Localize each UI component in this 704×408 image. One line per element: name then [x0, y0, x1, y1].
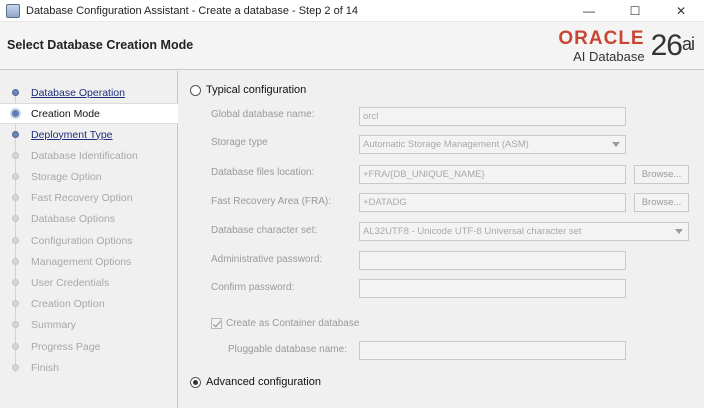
step-item: Summary [0, 314, 178, 335]
step-label: Configuration Options [31, 234, 133, 247]
charset-value: AL32UTF8 - Unicode UTF-8 Universal chara… [363, 226, 582, 237]
pdb-name-field[interactable] [359, 341, 626, 360]
global-db-name-label: Global database name: [211, 109, 315, 120]
storage-type-label: Storage type [211, 137, 268, 148]
version-suffix: ai [681, 34, 695, 54]
oracle-logo: ORACLE AI Database 26ai [558, 26, 695, 66]
step-item[interactable]: Creation Mode [0, 103, 178, 124]
charset-label: Database character set: [211, 225, 318, 236]
global-db-name-field[interactable]: orcl [359, 107, 626, 126]
step-item: Fast Recovery Option [0, 187, 178, 208]
step-label: Database Options [31, 212, 116, 225]
advanced-config-radio[interactable] [190, 376, 201, 388]
container-db-label: Create as Container database [226, 318, 360, 329]
app-icon [6, 3, 20, 18]
step-status-icon [12, 173, 19, 180]
step-label: Summary [31, 318, 76, 331]
db-files-location-field[interactable]: +FRA/{DB_UNIQUE_NAME} [359, 165, 626, 184]
db-files-location-label: Database files location: [211, 167, 315, 178]
minimize-button[interactable]: — [566, 0, 612, 22]
step-label: Management Options [31, 255, 132, 268]
admin-password-field[interactable] [359, 251, 626, 270]
advanced-config-option[interactable]: Advanced configuration [190, 376, 321, 388]
advanced-config-label: Advanced configuration [206, 376, 321, 388]
window-title: Database Configuration Assistant - Creat… [26, 4, 359, 17]
typical-config-radio[interactable] [190, 84, 201, 96]
container-db-checkbox[interactable] [211, 318, 222, 329]
chevron-down-icon [675, 229, 683, 234]
step-status-icon [12, 215, 19, 222]
typical-config-option[interactable]: Typical configuration [190, 84, 306, 96]
storage-type-select[interactable]: Automatic Storage Management (ASM) [359, 135, 626, 154]
confirm-password-field[interactable] [359, 279, 626, 298]
container-db-option[interactable]: Create as Container database [211, 318, 359, 329]
step-item: Progress Page [0, 336, 178, 357]
step-status-icon [12, 321, 19, 328]
step-status-icon [12, 131, 19, 138]
db-files-browse-button[interactable]: Browse... [634, 165, 689, 184]
version-number: 26ai [650, 29, 695, 62]
charset-select[interactable]: AL32UTF8 - Unicode UTF-8 Universal chara… [359, 222, 689, 241]
admin-password-label: Administrative password: [211, 254, 323, 265]
step-item: Creation Option [0, 293, 178, 314]
oracle-wordmark: ORACLE [558, 27, 645, 49]
step-item[interactable]: Deployment Type [0, 124, 178, 145]
step-status-icon [12, 194, 19, 201]
window-controls: — ☐ ✕ [566, 0, 704, 22]
step-label[interactable]: Database Operation [31, 87, 125, 99]
step-item: Database Identification [0, 145, 178, 166]
step-status-icon [12, 300, 19, 307]
step-status-icon [12, 152, 19, 159]
step-label[interactable]: Creation Mode [31, 108, 100, 120]
chevron-down-icon [612, 142, 620, 147]
step-label: Database Identification [31, 149, 138, 162]
step-status-icon [12, 343, 19, 350]
step-status-icon [10, 108, 21, 119]
main-form: Typical configuration Global database na… [179, 71, 704, 408]
step-label[interactable]: Deployment Type [31, 129, 113, 141]
step-label: Creation Option [31, 297, 105, 310]
storage-type-value: Automatic Storage Management (ASM) [363, 139, 529, 150]
typical-config-label: Typical configuration [206, 84, 307, 96]
confirm-password-label: Confirm password: [211, 282, 295, 293]
fra-label: Fast Recovery Area (FRA): [211, 196, 332, 207]
step-status-icon [12, 364, 19, 371]
fra-field[interactable]: +DATADG [359, 193, 626, 212]
step-status-icon [12, 89, 19, 96]
product-name: AI Database [573, 48, 645, 64]
close-button[interactable]: ✕ [658, 0, 704, 22]
step-item: Finish [0, 357, 178, 378]
fra-browse-button[interactable]: Browse... [634, 193, 689, 212]
step-label: Progress Page [31, 340, 101, 353]
step-item: Storage Option [0, 166, 178, 187]
step-item: User Credentials [0, 272, 178, 293]
page-title: Select Database Creation Mode [7, 38, 194, 52]
step-label: User Credentials [31, 276, 110, 289]
window-titlebar: Database Configuration Assistant - Creat… [0, 0, 704, 22]
step-label: Storage Option [31, 170, 102, 183]
step-item: Database Options [0, 208, 178, 229]
step-status-icon [12, 258, 19, 265]
step-item: Management Options [0, 251, 178, 272]
step-item[interactable]: Database Operation [0, 82, 178, 103]
step-status-icon [12, 279, 19, 286]
steps-panel: Database Operation Creation Mode Deploymen… [0, 71, 178, 408]
step-label: Fast Recovery Option [31, 191, 133, 204]
page-header: Select Database Creation Mode ORACLE AI … [0, 22, 704, 70]
step-item: Configuration Options [0, 230, 178, 251]
step-label: Finish [31, 361, 60, 374]
maximize-button[interactable]: ☐ [612, 0, 658, 22]
pdb-name-label: Pluggable database name: [228, 344, 347, 355]
step-status-icon [12, 237, 19, 244]
